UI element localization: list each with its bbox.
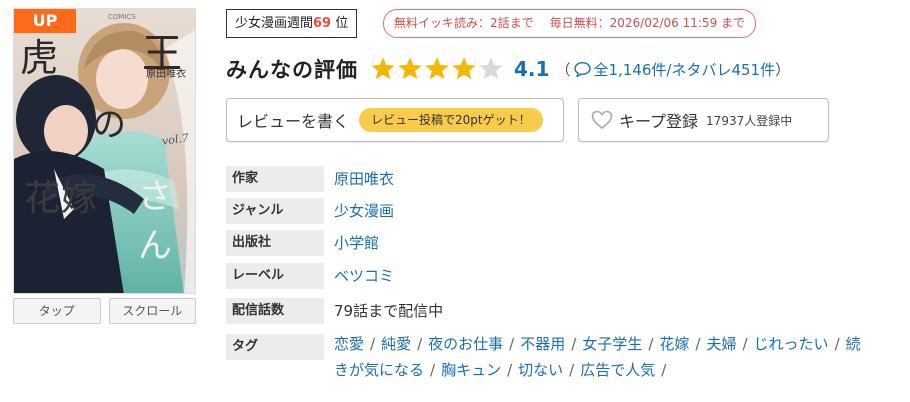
genre-link[interactable]: 少女漫画 bbox=[334, 198, 394, 224]
tap-view-button[interactable]: タップ bbox=[13, 298, 101, 324]
ranking-suffix: 位 bbox=[335, 16, 349, 31]
tag-list: 恋愛 / 純愛 / 夜のお仕事 / 不器用 / 女子学生 / 花嫁 / 夫婦 / じれったい / 続きが気になる… bbox=[334, 331, 874, 383]
tag-link[interactable]: 切ない bbox=[518, 361, 563, 379]
star-icon bbox=[398, 57, 422, 79]
count-paren-open: （ bbox=[555, 60, 571, 79]
info-label: タグ bbox=[226, 334, 324, 360]
write-review-label: レビューを書く bbox=[237, 112, 350, 131]
tag-separator: / bbox=[571, 335, 577, 353]
speech-bubble-icon bbox=[574, 61, 592, 77]
imprint-link[interactable]: ベツコミ bbox=[334, 263, 394, 289]
free-read-text: 無料イッキ読み：2話まで bbox=[394, 16, 534, 30]
tag-link[interactable]: 不器用 bbox=[520, 335, 565, 353]
keep-button[interactable]: キープ登録 17937人登録中 bbox=[578, 98, 829, 142]
tag-link[interactable]: 夜のお仕事 bbox=[428, 335, 503, 353]
tag-separator: / bbox=[569, 361, 575, 379]
tag-separator: / bbox=[509, 335, 515, 353]
info-label: レーベル bbox=[226, 263, 324, 289]
review-count-link[interactable]: （ 全1,146件/ネタバレ451件 ） bbox=[555, 59, 790, 80]
cover-author: 原田唯衣 bbox=[146, 69, 186, 80]
rating-title: みんなの評価 bbox=[226, 58, 358, 82]
heart-outline-icon bbox=[591, 110, 613, 130]
star-icon bbox=[371, 57, 395, 79]
tag-separator: / bbox=[834, 335, 840, 353]
cover-imprint: COMICS bbox=[108, 13, 136, 21]
ranking-prefix: 少女漫画週間 bbox=[235, 16, 314, 31]
count-paren-close: ） bbox=[775, 60, 791, 79]
info-label: ジャンル bbox=[226, 198, 324, 224]
cover-title-hanayome: 花嫁 bbox=[24, 178, 99, 219]
tag-link[interactable]: 女子学生 bbox=[582, 335, 642, 353]
review-reward-pill: レビュー投稿で20ptゲット！ bbox=[359, 108, 543, 132]
publisher-link[interactable]: 小学館 bbox=[334, 230, 379, 256]
tag-separator: / bbox=[507, 361, 513, 379]
cover-title-san: さん bbox=[138, 177, 172, 266]
cover-title-tora: 虎 bbox=[20, 36, 59, 80]
free-info-badge: 無料イッキ読み：2話まで 毎日無料：2026/02/06 11:59 まで bbox=[383, 9, 757, 38]
author-link[interactable]: 原田唯衣 bbox=[334, 166, 394, 192]
tag-link[interactable]: 花嫁 bbox=[659, 335, 689, 353]
star-icon bbox=[479, 57, 503, 79]
star-icon bbox=[425, 57, 449, 79]
info-label: 作家 bbox=[226, 166, 324, 192]
rating-stars bbox=[370, 56, 504, 82]
star-icon bbox=[452, 57, 476, 79]
tag-separator: / bbox=[742, 335, 748, 353]
tag-separator: / bbox=[430, 361, 436, 379]
scroll-view-button[interactable]: スクロール bbox=[108, 298, 196, 324]
episode-count: 79話まで配信中 bbox=[334, 302, 444, 320]
book-cover[interactable]: UP COMICS 虎 王 原田唯衣 の vol.7 花嫁 さん bbox=[13, 8, 196, 294]
tag-separator: / bbox=[695, 335, 701, 353]
keep-label: キープ登録 bbox=[619, 112, 699, 131]
tag-separator: / bbox=[661, 361, 667, 379]
keep-count: 17937人登録中 bbox=[706, 113, 793, 128]
tag-link[interactable]: 夫婦 bbox=[706, 335, 736, 353]
rating-row: みんなの評価 4.1 （ 全1,146件/ネタバレ451件 ） bbox=[226, 52, 790, 86]
rating-score: 4.1 bbox=[514, 57, 550, 81]
review-count-text: 全1,146件/ネタバレ451件 bbox=[593, 60, 776, 79]
ranking-badge[interactable]: 少女漫画週間69 位 bbox=[226, 9, 358, 38]
tag-link[interactable]: 恋愛 bbox=[334, 335, 364, 353]
tag-separator: / bbox=[648, 335, 654, 353]
write-review-button[interactable]: レビューを書く レビュー投稿で20ptゲット！ bbox=[226, 98, 564, 142]
tag-link[interactable]: 純愛 bbox=[381, 335, 411, 353]
info-label: 配信話数 bbox=[226, 298, 324, 324]
tag-link[interactable]: 胸キュン bbox=[441, 361, 501, 379]
tag-link[interactable]: 広告で人気 bbox=[580, 361, 655, 379]
ranking-number: 69 bbox=[313, 16, 332, 31]
view-mode-buttons: タップ スクロール bbox=[13, 298, 196, 324]
tag-separator: / bbox=[417, 335, 423, 353]
info-label: 出版社 bbox=[226, 230, 324, 256]
cover-title-no: の bbox=[92, 105, 126, 145]
tag-link[interactable]: じれったい bbox=[754, 335, 829, 353]
daily-free-text: 毎日無料：2026/02/06 11:59 まで bbox=[549, 16, 746, 30]
tag-separator: / bbox=[370, 335, 376, 353]
